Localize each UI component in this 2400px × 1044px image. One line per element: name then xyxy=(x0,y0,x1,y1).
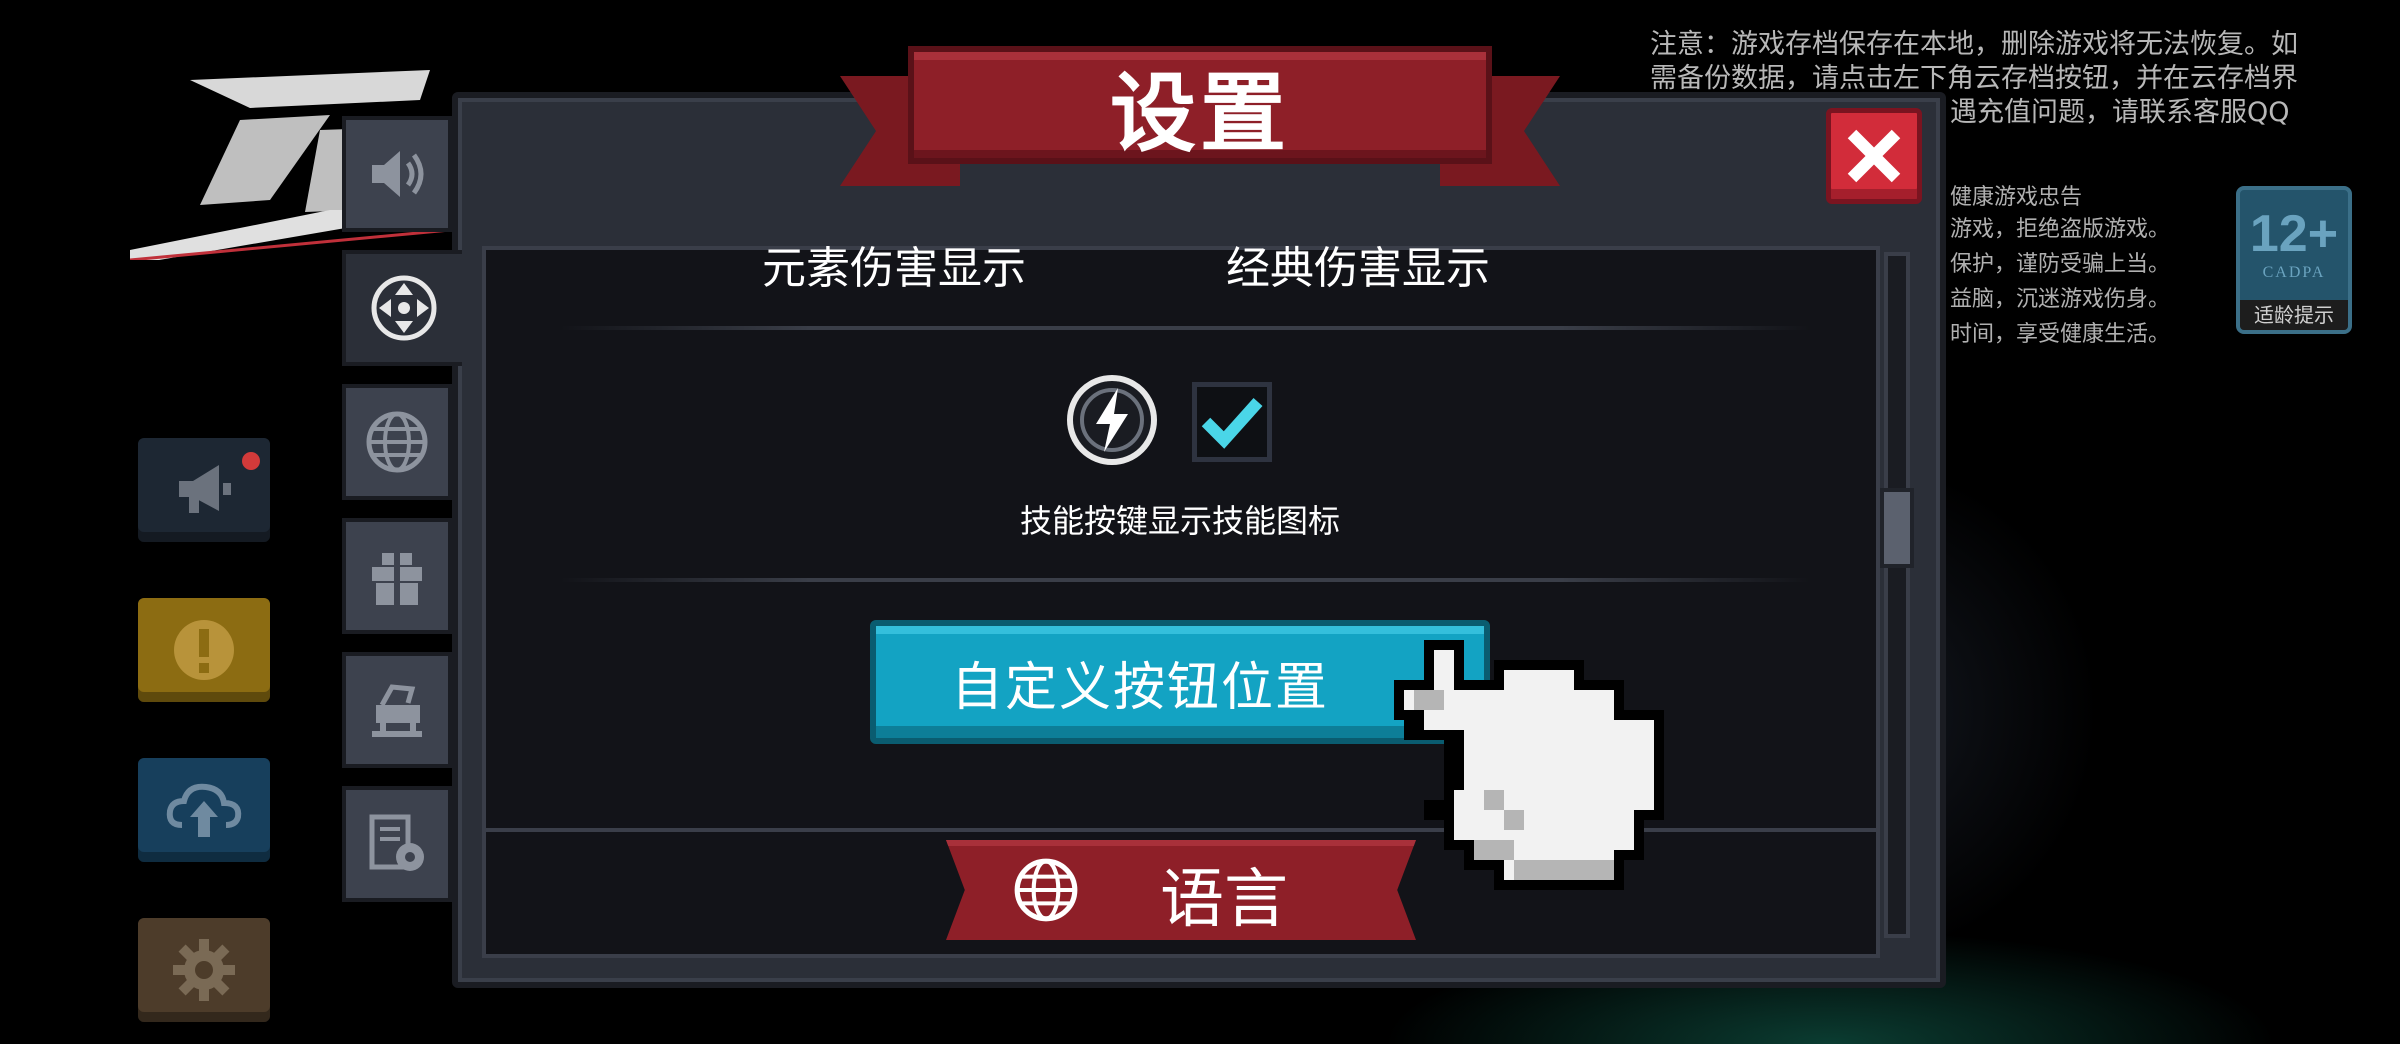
exclamation-icon xyxy=(174,620,234,680)
alert-button[interactable] xyxy=(134,594,274,706)
age-rating-org: CADPA xyxy=(2262,264,2326,281)
title-ribbon: 设置 xyxy=(840,46,1560,196)
divider xyxy=(560,578,1810,582)
pointing-hand-icon xyxy=(1394,640,1664,890)
cart-icon xyxy=(372,684,422,737)
page-title: 设置 xyxy=(1110,63,1290,164)
language-title: 语言 xyxy=(1160,863,1288,937)
health-line: 游戏，拒绝盗版游戏。 xyxy=(1950,217,2171,242)
language-header: 语言 xyxy=(946,840,1416,940)
cloud-upload-icon xyxy=(166,783,242,837)
tab-gift[interactable] xyxy=(342,518,452,634)
age-rating: 12+ xyxy=(2249,205,2339,263)
health-line: 益脑，沉迷游戏伤身。 xyxy=(1950,287,2171,312)
gift-icon xyxy=(372,553,422,605)
notice-line: 需备份数据，请点击左下角云存档按钮，并在云存档界 xyxy=(1650,63,2298,94)
age-rating-badge: 12+ CADPA 适龄提示 xyxy=(2236,186,2352,334)
age-rating-tip: 适龄提示 xyxy=(2240,300,2348,330)
tab-language[interactable] xyxy=(342,384,452,500)
megaphone-icon xyxy=(179,465,231,513)
health-line: 保护，谨防受骗上当。 xyxy=(1950,252,2171,277)
globe-icon xyxy=(1014,858,1078,922)
check-icon xyxy=(1201,397,1263,449)
skill-lightning-icon xyxy=(1067,375,1157,465)
gear-icon xyxy=(173,939,235,1001)
tab-sound[interactable] xyxy=(342,116,452,232)
scrollbar-track[interactable] xyxy=(1884,252,1910,938)
title-banner: 设置 xyxy=(908,46,1492,164)
tab-controls[interactable] xyxy=(342,250,462,366)
notification-dot xyxy=(242,452,260,470)
game-settings-button[interactable] xyxy=(134,914,274,1026)
element-damage-option[interactable]: 元素伤害显示 xyxy=(762,232,1026,296)
health-line: 时间，享受健康生活。 xyxy=(1950,322,2171,347)
notice-line: 注意：游戏存档保存在本地，删除游戏将无法恢复。如 xyxy=(1650,29,2298,60)
skill-icon-checkbox[interactable] xyxy=(1192,382,1272,462)
move-control-icon xyxy=(371,275,437,341)
document-gear-icon xyxy=(369,814,424,871)
cloud-save-button[interactable] xyxy=(134,754,274,866)
custom-button-label: 自定义按钮位置 xyxy=(950,657,1329,718)
close-button[interactable] xyxy=(1826,108,1922,204)
skill-icon-label: 技能按键显示技能图标 xyxy=(1019,502,1340,540)
tab-shop[interactable] xyxy=(342,652,452,768)
close-icon xyxy=(1847,129,1901,183)
tab-other-settings[interactable] xyxy=(342,786,452,902)
speaker-icon xyxy=(372,151,424,197)
announcement-button[interactable] xyxy=(134,434,274,546)
divider xyxy=(560,326,1810,330)
health-title: 健康游戏忠告 xyxy=(1950,185,2083,210)
classic-damage-option[interactable]: 经典伤害显示 xyxy=(1226,232,1490,296)
globe-icon xyxy=(366,411,428,473)
health-advice: 健康游戏忠告 游戏，拒绝盗版游戏。 保护，谨防受骗上当。 益脑，沉迷游戏伤身。 … xyxy=(1950,184,2210,352)
scrollbar-thumb[interactable] xyxy=(1880,488,1914,568)
